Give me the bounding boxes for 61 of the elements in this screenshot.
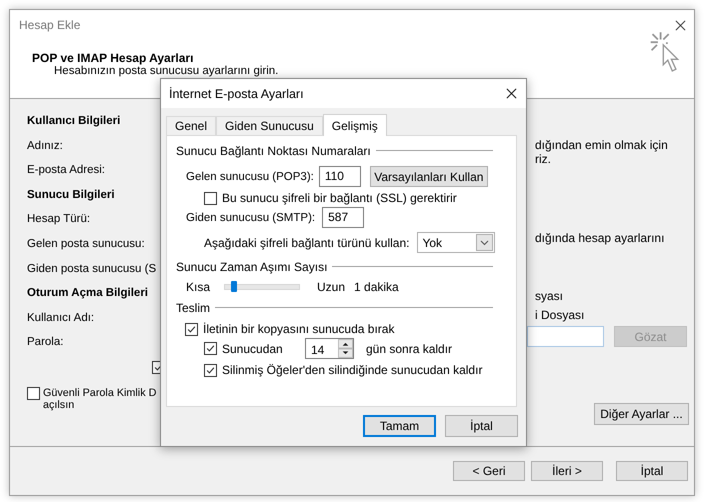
spinner-arrows-icon[interactable]: [338, 339, 353, 358]
field-label: Aşağıdaki şifreli bağlantı türünü kullan:: [204, 236, 410, 250]
days-spinner[interactable]: 14: [305, 338, 354, 359]
field-label: Parola:: [27, 336, 64, 350]
checkbox[interactable]: [27, 386, 40, 400]
field-label: Adınız:: [27, 140, 63, 154]
tab[interactable]: Gelişmiş: [322, 114, 387, 136]
dialog-title: İnternet E-posta Ayarları: [169, 86, 304, 100]
group-title: Teslim: [176, 300, 210, 314]
close-icon[interactable]: [675, 20, 686, 30]
slider-thumb[interactable]: [230, 281, 237, 292]
checkbox-label: İletinin bir kopyasını sunucuda bırak: [203, 322, 394, 336]
encryption-dropdown[interactable]: Yok: [417, 232, 496, 253]
page-subtitle: Hesabınızın posta sunucusu ayarlarını girin.: [54, 65, 278, 78]
more-settings-button[interactable]: Diğer Ayarlar ...: [594, 403, 689, 425]
port-field[interactable]: 587: [322, 207, 364, 228]
timeout-value: 1 dakika: [354, 280, 399, 294]
ok-button[interactable]: Tamam: [363, 415, 436, 437]
checkbox[interactable]: [204, 192, 217, 204]
group-title: Sunucu Bağlantı Noktası Numaraları: [176, 144, 371, 158]
section-heading: Oturum Açma Bilgileri: [27, 287, 148, 302]
file-path-field[interactable]: [527, 326, 604, 347]
field-label: Giden sunucusu (SMTP):: [186, 212, 316, 224]
field-label: Giden posta sunucusu (S: [27, 262, 156, 277]
checkbox[interactable]: [204, 342, 217, 355]
group-title: Sunucu Zaman Aşımı Sayısı: [176, 260, 328, 274]
section-heading: Kullanıcı Bilgileri: [27, 115, 120, 129]
option-label: syası: [535, 289, 564, 303]
checkbox-label: Sunucudan: [222, 342, 284, 356]
use-defaults-button[interactable]: Varsayılanları Kullan: [370, 166, 488, 187]
field-label: Gelen sunucusu (POP3):: [186, 170, 314, 182]
close-icon[interactable]: [506, 88, 517, 99]
field-label: Kullanıcı Adı:: [27, 312, 94, 326]
tab[interactable]: Giden Sunucusu: [216, 116, 323, 135]
info-text: dığında hesap ayarlarını: [535, 231, 664, 245]
page-heading: POP ve IMAP Hesap Ayarları: [32, 51, 194, 65]
footer-button[interactable]: İptal: [616, 461, 688, 481]
footer-button[interactable]: İleri >: [531, 461, 603, 481]
option-label: i Dosyası: [535, 308, 584, 322]
field-label: gün sonra kaldır: [366, 342, 452, 356]
checkbox-label: Silinmiş Öğeler'den silindiğinde sunucudan kaldır: [222, 363, 482, 377]
slider-label: Uzun: [317, 280, 346, 294]
field-label: E-posta Adresi:: [27, 164, 105, 178]
info-text: riz.: [535, 152, 551, 166]
footer-button[interactable]: < Geri: [453, 461, 525, 481]
checkbox-label: açılsın: [43, 398, 76, 411]
checkbox-label: Bu sunucu şifreli bir bağlantı (SSL) gerektirir: [222, 191, 457, 205]
tab[interactable]: Genel: [166, 116, 216, 135]
field-label: Hesap Türü:: [27, 213, 90, 228]
section-heading: Sunucu Bilgileri: [27, 188, 115, 203]
field-label: Gelen posta sunucusu:: [27, 238, 145, 252]
chevron-down-icon: [476, 234, 494, 251]
window-title: Hesap Ekle: [19, 18, 80, 32]
checkbox[interactable]: [185, 322, 198, 336]
cancel-button[interactable]: İptal: [445, 415, 518, 437]
info-text: dığından emin olmak için: [535, 138, 668, 152]
checkbox[interactable]: [204, 364, 217, 376]
timeout-slider[interactable]: [224, 284, 300, 290]
checkbox-label: Güvenli Parola Kimlik D: [43, 386, 156, 399]
port-field[interactable]: 110: [318, 166, 361, 187]
slider-label: Kısa: [186, 280, 212, 294]
